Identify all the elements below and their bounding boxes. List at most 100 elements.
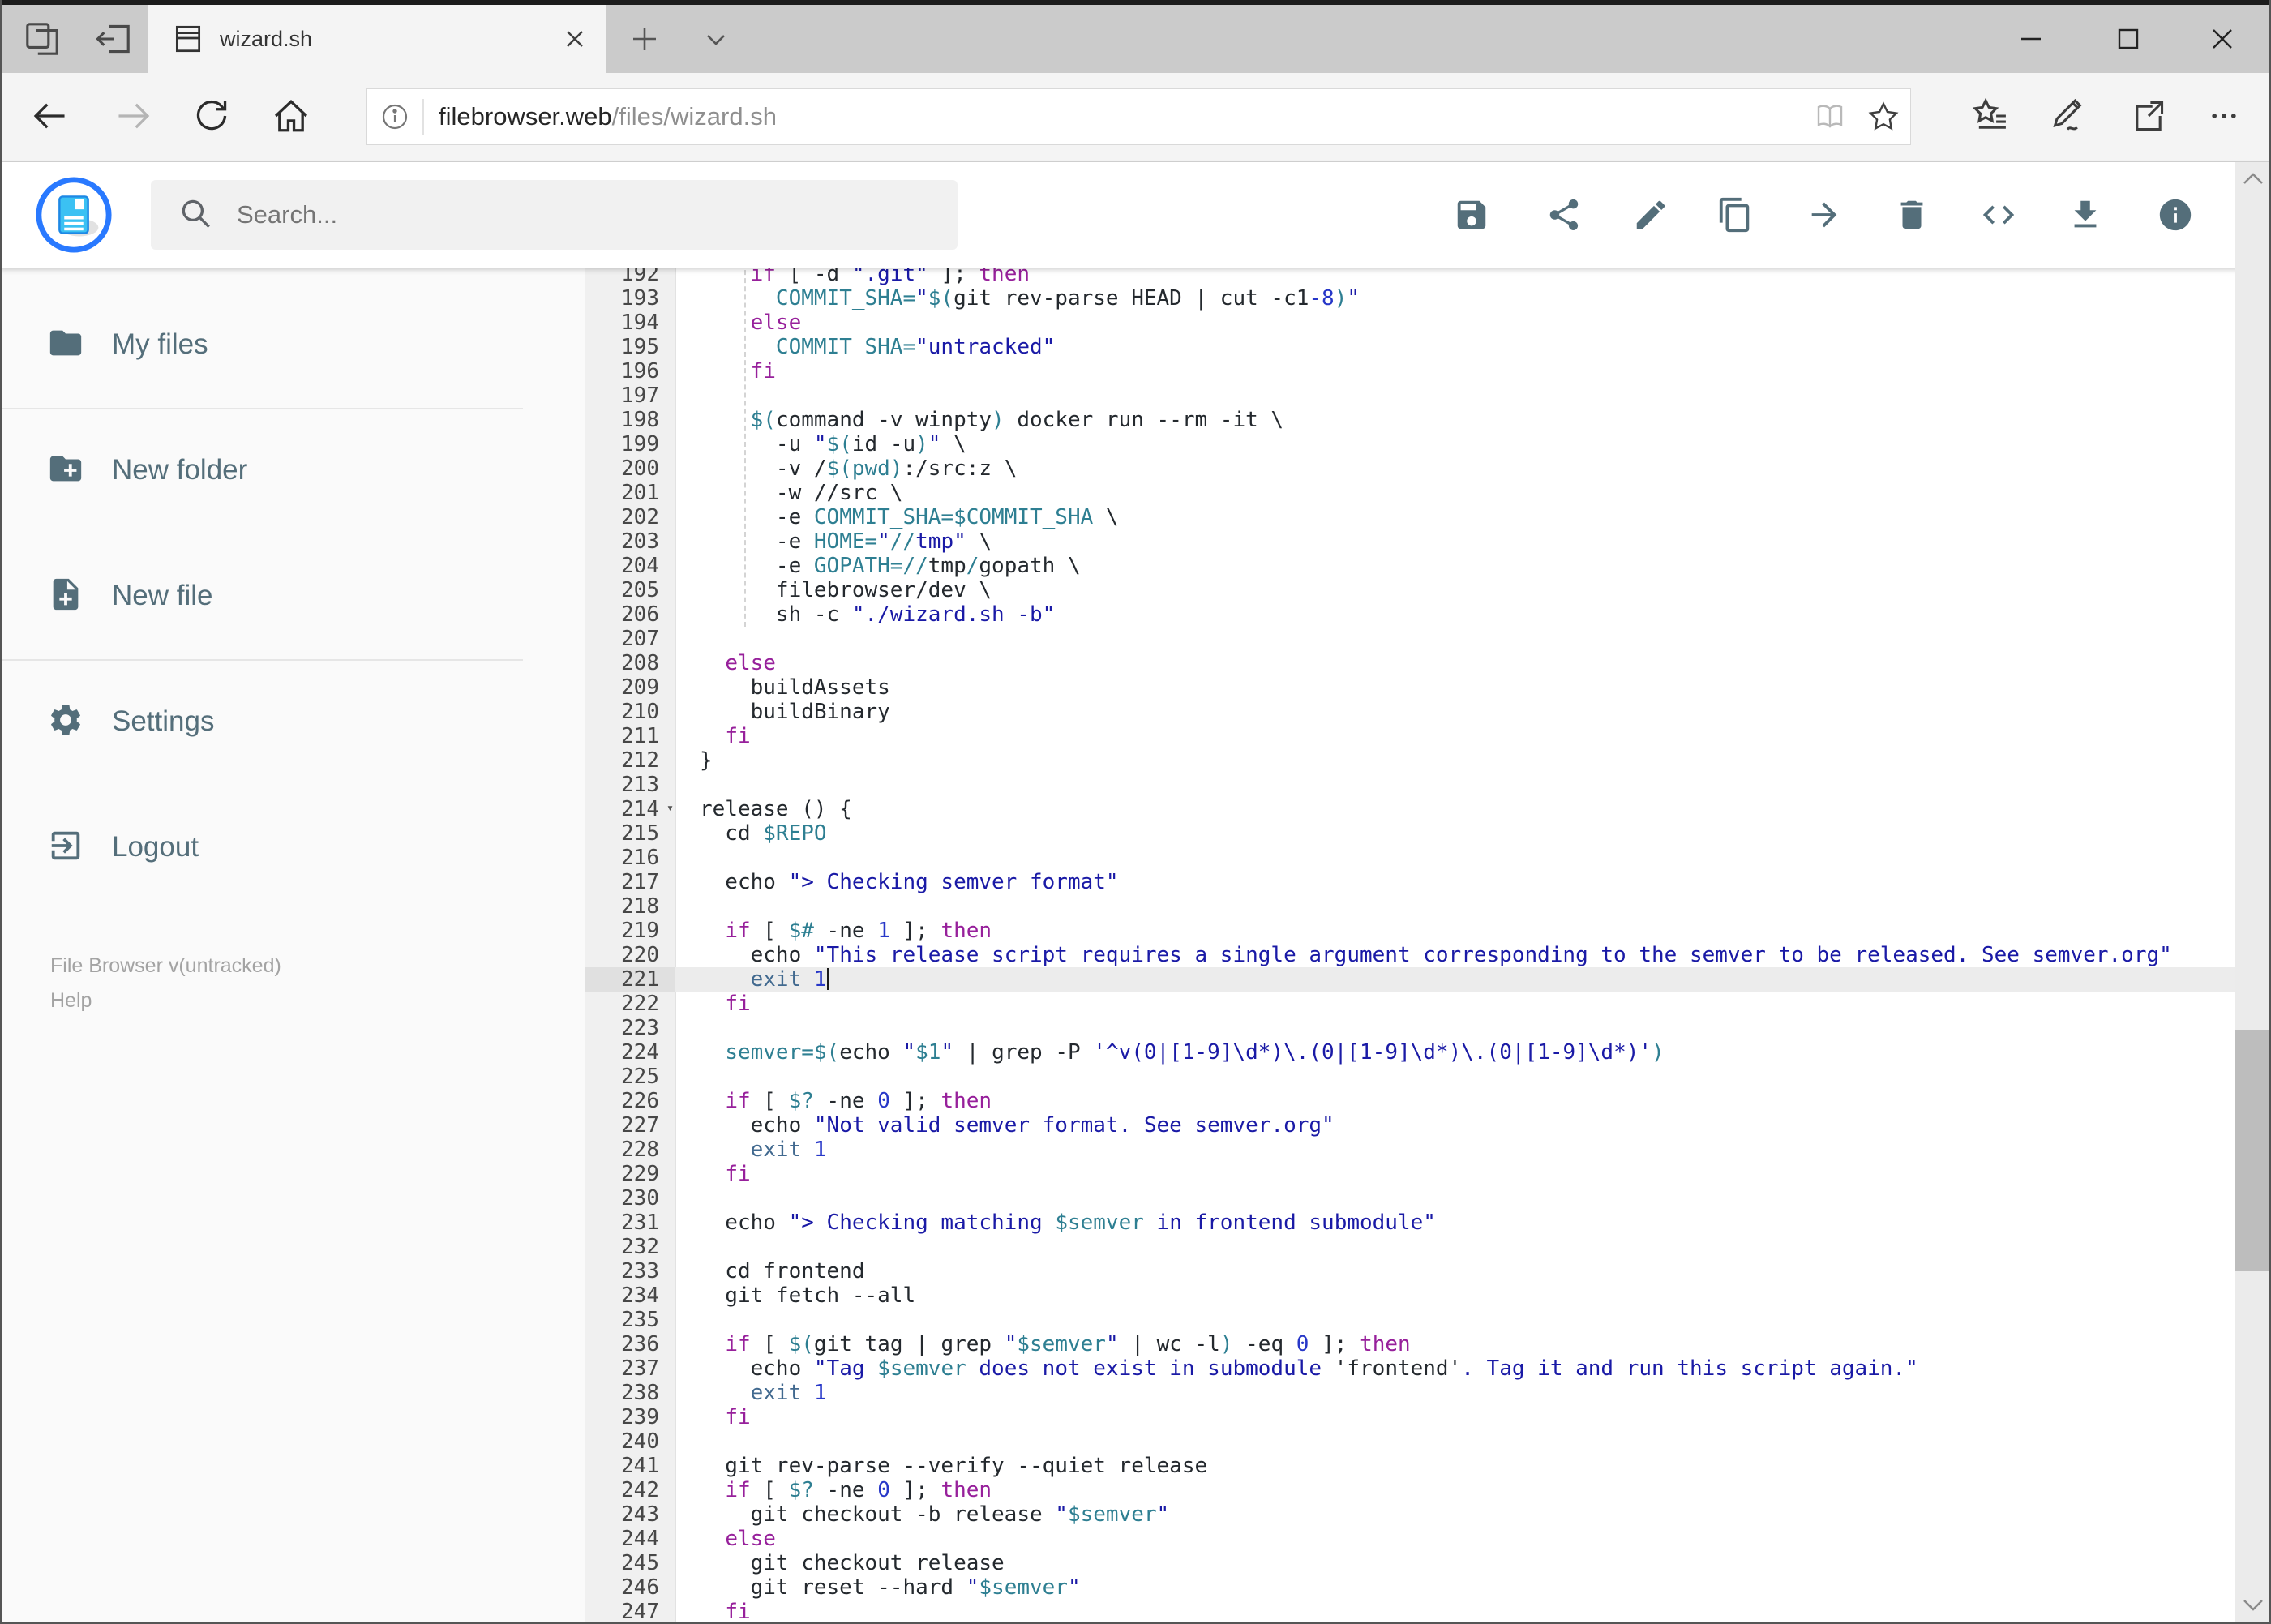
code-line[interactable]: 220 echo "This release script requires a…: [585, 943, 2235, 967]
code-line[interactable]: 216: [585, 846, 2235, 870]
code-line[interactable]: 218: [585, 894, 2235, 919]
code-line[interactable]: 222 fi: [585, 992, 2235, 1016]
code-line[interactable]: 237 echo "Tag $semver does not exist in …: [585, 1356, 2235, 1381]
sidebar-item-new-folder[interactable]: New folder: [0, 426, 585, 515]
web-notes-button[interactable]: [2039, 89, 2096, 146]
code-line[interactable]: 207: [585, 627, 2235, 651]
code-line[interactable]: 229 fi: [585, 1162, 2235, 1186]
code-line[interactable]: 198 $(command -v winpty) docker run --rm…: [585, 408, 2235, 432]
url-text[interactable]: filebrowser.web/files/wizard.sh: [439, 102, 1803, 131]
tab-close-icon[interactable]: [551, 15, 599, 63]
set-tabs-aside-button[interactable]: [78, 5, 149, 73]
close-window-button[interactable]: [2174, 5, 2271, 73]
code-line[interactable]: 239 fi: [585, 1405, 2235, 1429]
code-line[interactable]: 247 fi: [585, 1600, 2235, 1624]
address-bar[interactable]: filebrowser.web/files/wizard.sh: [366, 88, 1911, 145]
sidebar-item-logout[interactable]: Logout: [0, 803, 585, 892]
favorites-hub-button[interactable]: [1962, 89, 2019, 146]
forward-button[interactable]: [104, 89, 161, 146]
code-line[interactable]: 192 if [ -d ".git" ]; then: [585, 268, 2235, 286]
code-line[interactable]: 228 exit 1: [585, 1138, 2235, 1162]
code-line[interactable]: 241 git rev-parse --verify --quiet relea…: [585, 1454, 2235, 1478]
code-line[interactable]: 202 -e COMMIT_SHA=$COMMIT_SHA \: [585, 505, 2235, 529]
search-box[interactable]: [151, 180, 958, 250]
code-editor[interactable]: 192 if [ -d ".git" ]; then 193 COMMIT_SHA…: [585, 268, 2235, 1624]
code-line[interactable]: 200 -v /$(pwd):/src:z \: [585, 456, 2235, 481]
code-line[interactable]: 230: [585, 1186, 2235, 1211]
sidebar-item-settings[interactable]: Settings: [0, 677, 585, 766]
code-line[interactable]: 194 else: [585, 311, 2235, 335]
code-line[interactable]: 196 fi: [585, 359, 2235, 384]
code-line[interactable]: 201 -w //src \: [585, 481, 2235, 505]
page-scrollbar[interactable]: [2235, 162, 2271, 1622]
code-line[interactable]: 233 cd frontend: [585, 1259, 2235, 1283]
code-line[interactable]: 212}: [585, 748, 2235, 773]
code-line[interactable]: 225: [585, 1065, 2235, 1089]
code-line[interactable]: 195 COMMIT_SHA="untracked": [585, 335, 2235, 359]
code-line[interactable]: 235: [585, 1308, 2235, 1332]
share-button[interactable]: [2120, 89, 2177, 146]
filebrowser-logo[interactable]: [34, 175, 114, 259]
scrollbar-thumb[interactable]: [2235, 1030, 2271, 1271]
code-line[interactable]: 232: [585, 1235, 2235, 1259]
scroll-up-arrow[interactable]: [2235, 162, 2271, 195]
code-line[interactable]: 211 fi: [585, 724, 2235, 748]
code-line[interactable]: 219 if [ $# -ne 1 ]; then: [585, 919, 2235, 943]
code-line[interactable]: 234 git fetch --all: [585, 1283, 2235, 1308]
tab-list-dropdown-button[interactable]: [679, 5, 752, 73]
share-button[interactable]: [1545, 196, 1583, 234]
code-line[interactable]: 205 filebrowser/dev \: [585, 578, 2235, 602]
code-line[interactable]: 236 if [ $(git tag | grep "$semver" | wc…: [585, 1332, 2235, 1356]
tab-preview-button[interactable]: [6, 5, 78, 73]
edit-button[interactable]: [1632, 196, 1669, 234]
back-button[interactable]: [23, 89, 79, 146]
code-line[interactable]: 227 echo "Not valid semver format. See s…: [585, 1113, 2235, 1138]
code-line[interactable]: 223: [585, 1016, 2235, 1040]
code-line[interactable]: 214 ▾ release () {: [585, 797, 2235, 821]
code-line[interactable]: 199 -u "$(id -u)" \: [585, 432, 2235, 456]
code-line[interactable]: 242 if [ $? -ne 0 ]; then: [585, 1478, 2235, 1502]
code-line[interactable]: 246 git reset --hard "$semver": [585, 1575, 2235, 1600]
code-line[interactable]: 226 if [ $? -ne 0 ]; then: [585, 1089, 2235, 1113]
minimize-button[interactable]: [1982, 5, 2080, 73]
code-button[interactable]: [1980, 196, 2017, 234]
code-line[interactable]: 217 echo "> Checking semver format": [585, 870, 2235, 894]
code-line[interactable]: 231 echo "> Checking matching $semver in…: [585, 1211, 2235, 1235]
code-line[interactable]: 206 sh -c "./wizard.sh -b": [585, 602, 2235, 627]
code-line[interactable]: 244 else: [585, 1527, 2235, 1551]
add-favorite-star-button[interactable]: [1857, 99, 1910, 135]
sidebar-item-new-file[interactable]: New file: [0, 551, 585, 641]
code-line[interactable]: 193 COMMIT_SHA="$(git rev-parse HEAD | c…: [585, 286, 2235, 311]
code-line[interactable]: 221 exit 1: [585, 967, 2235, 992]
code-line[interactable]: 210 buildBinary: [585, 700, 2235, 724]
copy-button[interactable]: [1716, 196, 1754, 234]
search-input[interactable]: [235, 199, 806, 230]
move-button[interactable]: [1806, 196, 1843, 234]
scroll-down-arrow[interactable]: [2235, 1589, 2271, 1622]
fold-arrow-icon[interactable]: ▾: [666, 802, 674, 814]
browser-tab[interactable]: wizard.sh: [148, 5, 606, 73]
code-line[interactable]: 245 git checkout release: [585, 1551, 2235, 1575]
download-button[interactable]: [2067, 196, 2104, 234]
reading-view-button[interactable]: [1803, 99, 1857, 135]
code-line[interactable]: 204 -e GOPATH=//tmp/gopath \: [585, 554, 2235, 578]
delete-button[interactable]: [1893, 196, 1930, 234]
code-line[interactable]: 243 git checkout -b release "$semver": [585, 1502, 2235, 1527]
code-line[interactable]: 208 else: [585, 651, 2235, 675]
code-line[interactable]: 238 exit 1: [585, 1381, 2235, 1405]
sidebar-item-my-files[interactable]: My files: [0, 300, 585, 389]
code-line[interactable]: 240: [585, 1429, 2235, 1454]
maximize-button[interactable]: [2080, 5, 2177, 73]
code-line[interactable]: 209 buildAssets: [585, 675, 2235, 700]
browser-menu-button[interactable]: [2196, 89, 2252, 146]
home-button[interactable]: [263, 89, 319, 146]
code-line[interactable]: 224 semver=$(echo "$1" | grep -P '^v(0|[…: [585, 1040, 2235, 1065]
refresh-button[interactable]: [183, 89, 240, 146]
code-line[interactable]: 197: [585, 384, 2235, 408]
site-info-icon[interactable]: [367, 99, 424, 135]
code-line[interactable]: 203 -e HOME="//tmp" \: [585, 529, 2235, 554]
info-button[interactable]: [2157, 196, 2194, 234]
code-line[interactable]: 213: [585, 773, 2235, 797]
help-link[interactable]: Help: [50, 983, 281, 1018]
code-line[interactable]: 215 cd $REPO: [585, 821, 2235, 846]
